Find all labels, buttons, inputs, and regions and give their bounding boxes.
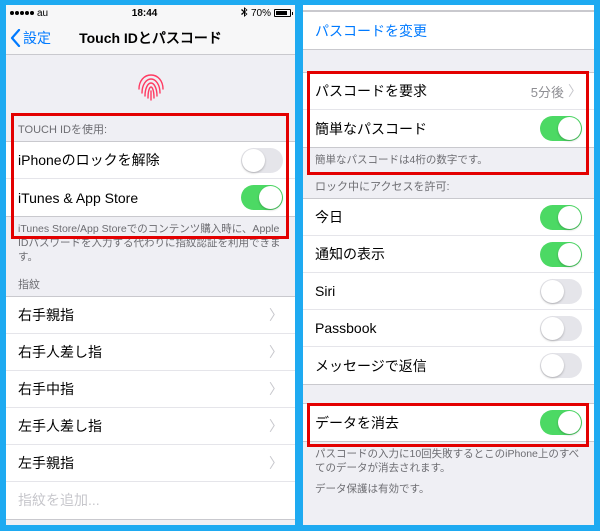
row-require-passcode[interactable]: パスコードを要求 5分後 〉: [303, 73, 594, 110]
row-label: iTunes & App Store: [18, 190, 241, 206]
erase-group: データを消去: [303, 403, 594, 442]
switch-erase-data[interactable]: [540, 410, 582, 435]
passcode-change-group: パスコードを変更: [303, 11, 594, 50]
allow-access-group: 今日 通知の表示 Siri Passbook メッセージで返信: [303, 198, 594, 385]
row-reply-message[interactable]: メッセージで返信: [303, 347, 594, 384]
erase-footer-1: パスコードの入力に10回失敗するとこのiPhone上のすべてのデータが消去されま…: [303, 442, 594, 481]
simple-footer: 簡単なパスコードは4桁の数字です。: [303, 148, 594, 173]
switch-itunes-appstore[interactable]: [241, 185, 283, 210]
row-label: Siri: [315, 283, 540, 299]
row-label: 右手中指: [18, 379, 265, 399]
switch-passbook[interactable]: [540, 316, 582, 341]
touchid-footer: iTunes Store/App Storeでのコンテンツ購入時に、Apple …: [6, 217, 295, 271]
row-today[interactable]: 今日: [303, 199, 594, 236]
switch-reply-message[interactable]: [540, 353, 582, 378]
chevron-right-icon: 〉: [269, 305, 283, 325]
row-label: Passbook: [315, 320, 540, 336]
touchid-header: TOUCH IDを使用:: [6, 116, 295, 141]
row-label: 右手人差し指: [18, 342, 265, 362]
chevron-right-icon: 〉: [269, 416, 283, 436]
row-siri[interactable]: Siri: [303, 273, 594, 310]
back-button[interactable]: 設定: [6, 28, 51, 48]
left-pane: au 18:44 70% 設定 Touch IDとパスコード: [6, 5, 295, 525]
switch-siri[interactable]: [540, 279, 582, 304]
row-label: 指紋を追加...: [18, 490, 283, 510]
signal-icon: [10, 11, 34, 15]
row-value: 5分後: [531, 82, 564, 101]
row-label: iPhoneのロックを解除: [18, 150, 241, 170]
battery-icon: [274, 9, 291, 17]
chevron-right-icon: 〉: [269, 342, 283, 362]
battery-pct: 70%: [251, 8, 271, 19]
fingerprint-icon: [131, 65, 171, 105]
row-fingerprint[interactable]: 左手人差し指 〉: [6, 408, 295, 445]
row-notifications[interactable]: 通知の表示: [303, 236, 594, 273]
bluetooth-icon: [241, 7, 248, 20]
switch-notifications[interactable]: [540, 242, 582, 267]
row-erase-data[interactable]: データを消去: [303, 404, 594, 441]
chevron-right-icon: 〉: [269, 379, 283, 399]
touchid-group: iPhoneのロックを解除 iTunes & App Store: [6, 141, 295, 217]
row-add-fingerprint[interactable]: 指紋を追加...: [6, 482, 295, 519]
row-label: パスコードを要求: [315, 81, 531, 101]
fingerprint-hero: [6, 55, 295, 116]
row-passcode-change[interactable]: パスコードを変更: [303, 12, 594, 49]
allow-access-header: ロック中にアクセスを許可:: [303, 173, 594, 198]
right-pane: パスコードを変更 パスコードを要求 5分後 〉 簡単なパスコード 簡単なパスコー…: [303, 5, 594, 525]
row-label: 右手親指: [18, 305, 265, 325]
erase-footer-2: データ保護は有効です。: [303, 482, 594, 502]
clock-label: 18:44: [132, 8, 158, 19]
chevron-right-icon: 〉: [568, 81, 582, 101]
chevron-left-icon: [10, 29, 21, 47]
row-label: データを消去: [315, 413, 540, 433]
row-label: 左手人差し指: [18, 416, 265, 436]
chevron-right-icon: 〉: [269, 453, 283, 473]
row-fingerprint[interactable]: 右手親指 〉: [6, 297, 295, 334]
row-label: 今日: [315, 207, 540, 227]
carrier-label: au: [37, 8, 48, 19]
row-label: 通知の表示: [315, 244, 540, 264]
nav-bar: 設定 Touch IDとパスコード: [6, 21, 295, 55]
row-label: 左手親指: [18, 453, 265, 473]
status-bar: au 18:44 70%: [6, 5, 295, 21]
row-label: パスコードを変更: [315, 21, 582, 41]
row-unlock-iphone[interactable]: iPhoneのロックを解除: [6, 142, 295, 179]
switch-unlock-iphone[interactable]: [241, 148, 283, 173]
passcode-options-group: パスコードを要求 5分後 〉 簡単なパスコード: [303, 72, 594, 148]
row-passbook[interactable]: Passbook: [303, 310, 594, 347]
row-label: メッセージで返信: [315, 356, 540, 376]
row-label: 簡単なパスコード: [315, 119, 540, 139]
fingerprints-header: 指紋: [6, 271, 295, 296]
row-simple-passcode[interactable]: 簡単なパスコード: [303, 110, 594, 147]
row-itunes-appstore[interactable]: iTunes & App Store: [6, 179, 295, 216]
switch-today[interactable]: [540, 205, 582, 230]
back-label: 設定: [23, 28, 51, 48]
row-fingerprint[interactable]: 左手親指 〉: [6, 445, 295, 482]
row-fingerprint[interactable]: 右手人差し指 〉: [6, 334, 295, 371]
switch-simple-passcode[interactable]: [540, 116, 582, 141]
fingerprints-group: 右手親指 〉 右手人差し指 〉 右手中指 〉 左手人差し指 〉 左手親指 〉 指…: [6, 296, 295, 520]
row-fingerprint[interactable]: 右手中指 〉: [6, 371, 295, 408]
